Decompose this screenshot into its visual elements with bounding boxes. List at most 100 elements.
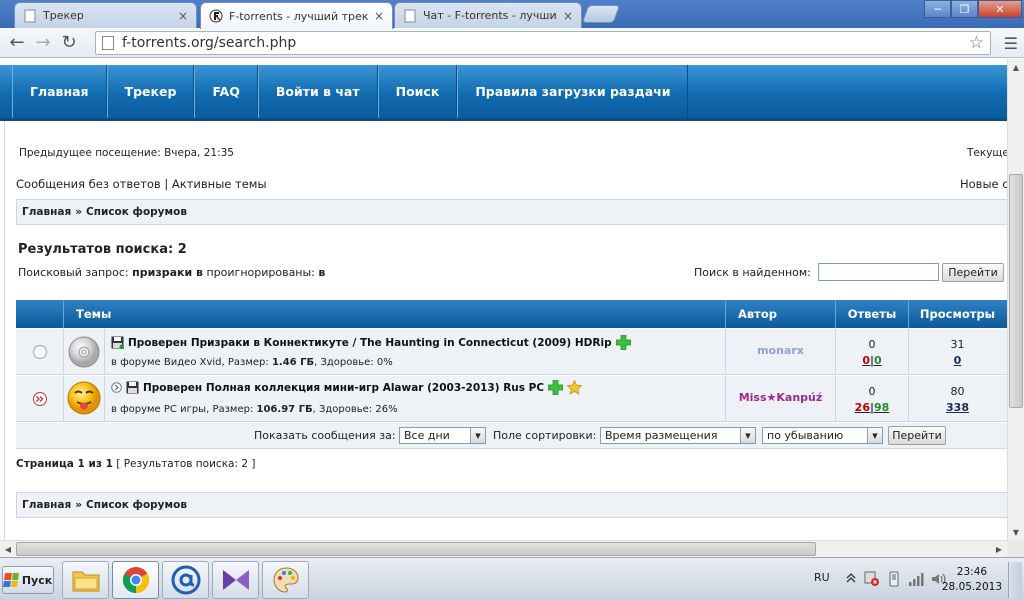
query-label: Поисковый запрос: bbox=[18, 266, 129, 279]
nav-home[interactable]: Главная bbox=[12, 65, 107, 118]
arrow-circle-icon[interactable] bbox=[111, 382, 122, 393]
tab-tracker[interactable]: Трекер × bbox=[14, 2, 197, 28]
nav-chat[interactable]: Войти в чат bbox=[257, 65, 378, 118]
tab-close-icon[interactable]: × bbox=[563, 9, 573, 23]
scroll-thumb[interactable] bbox=[1009, 174, 1023, 408]
language-indicator[interactable]: RU bbox=[814, 571, 830, 584]
f-torrents-favicon-icon bbox=[209, 9, 223, 23]
scroll-thumb[interactable] bbox=[16, 542, 816, 556]
views-bottom: 0 bbox=[953, 354, 962, 367]
topic-link[interactable]: Призраки в Коннектикуте / The Haunting i… bbox=[191, 337, 612, 349]
chevron-down-icon: ▼ bbox=[470, 428, 485, 443]
minimize-button[interactable]: ─ bbox=[924, 0, 951, 18]
unanswered-link[interactable]: Сообщения без ответов bbox=[16, 177, 161, 191]
search-in-found-input[interactable] bbox=[818, 263, 939, 281]
tab-close-icon[interactable]: × bbox=[374, 9, 384, 23]
size-value: 106.97 ГБ bbox=[256, 404, 313, 415]
breadcrumb-forums[interactable]: Список форумов bbox=[86, 499, 187, 511]
vertical-scrollbar[interactable]: ▲ ▼ bbox=[1007, 59, 1024, 540]
author-link[interactable]: Miss★Kanpúź bbox=[726, 391, 835, 404]
taskbar-visual-studio[interactable] bbox=[212, 561, 259, 599]
seed-leech: 26|98 bbox=[836, 401, 908, 414]
action-center-icon[interactable] bbox=[864, 571, 880, 587]
show-desktop-button[interactable] bbox=[1008, 562, 1022, 598]
nav-search[interactable]: Поиск bbox=[377, 65, 458, 118]
menu-icon[interactable]: ☰ bbox=[1004, 34, 1018, 53]
floppy-disk-icon bbox=[111, 336, 124, 349]
browser-tab-strip: Трекер × F-torrents - лучший трекер × Ча… bbox=[0, 0, 1024, 29]
sort-order-select[interactable]: по убыванию ▼ bbox=[762, 427, 883, 444]
topic-link[interactable]: Полная коллекция мини-игр Alawar (2003-2… bbox=[206, 382, 544, 394]
start-button[interactable]: Пуск bbox=[2, 566, 54, 594]
tab-chat[interactable]: Чат - F-torrents - лучший тр × bbox=[394, 2, 582, 28]
taskbar-mail-agent[interactable] bbox=[162, 561, 209, 599]
plus-icon[interactable] bbox=[615, 335, 631, 350]
topic-status: Проверен bbox=[128, 336, 188, 349]
horizontal-scrollbar[interactable]: ◀ ▶ bbox=[0, 540, 1007, 557]
topic-status: Проверен bbox=[143, 381, 203, 394]
row-topic-cell: Проверен Полная коллекция мини-игр Alawa… bbox=[104, 376, 725, 422]
scroll-left-icon[interactable]: ◀ bbox=[0, 541, 16, 557]
network-signal-icon[interactable] bbox=[908, 571, 924, 587]
scroll-right-icon[interactable]: ▶ bbox=[991, 541, 1007, 557]
taskbar-paint[interactable] bbox=[262, 561, 309, 599]
taskbar-chrome[interactable] bbox=[112, 561, 159, 599]
show-posts-select[interactable]: Все дни ▼ bbox=[399, 427, 486, 444]
breadcrumb-home[interactable]: Главная bbox=[22, 499, 71, 511]
topic-title-line: Проверен Полная коллекция мини-игр Alawa… bbox=[111, 380, 583, 395]
sort-field-select[interactable]: Время размещения ▼ bbox=[600, 427, 756, 444]
page-icon bbox=[23, 9, 37, 23]
breadcrumb: Главная » Список форумов bbox=[16, 199, 1007, 225]
breadcrumb-sep: » bbox=[75, 499, 82, 511]
topic-meta: в форуме PC игры, Размер: 106.97 ГБ, Здо… bbox=[111, 404, 398, 415]
header-views[interactable]: Просмотры bbox=[908, 300, 1006, 328]
star-icon bbox=[567, 380, 583, 395]
quick-links: Сообщения без ответов | Активные темы bbox=[16, 177, 267, 191]
table-row: Проверен Призраки в Коннектикуте / The H… bbox=[16, 329, 1007, 375]
header-topics[interactable]: Темы bbox=[63, 300, 725, 328]
start-label: Пуск bbox=[21, 573, 53, 587]
active-topics-link[interactable]: Активные темы bbox=[172, 177, 267, 191]
seed-leech: 0|0 bbox=[836, 354, 908, 367]
device-icon[interactable] bbox=[886, 571, 902, 587]
tray-expand-icon[interactable] bbox=[846, 572, 856, 584]
taskbar-explorer[interactable] bbox=[62, 561, 109, 599]
search-in-found-go-button[interactable]: Перейти bbox=[942, 263, 1004, 282]
back-arrow-icon[interactable]: ← bbox=[4, 31, 30, 55]
header-replies[interactable]: Ответы bbox=[835, 300, 908, 328]
bookmark-star-icon[interactable]: ☆ bbox=[969, 33, 984, 53]
clock[interactable]: 23:46 28.05.2013 bbox=[942, 565, 1002, 595]
tab-f-torrents[interactable]: F-torrents - лучший трекер × bbox=[200, 2, 393, 29]
maximize-button[interactable]: ❐ bbox=[951, 0, 978, 18]
breadcrumb-home[interactable]: Главная bbox=[22, 206, 71, 218]
row-image-cell bbox=[63, 329, 104, 375]
forward-arrow-icon[interactable]: → bbox=[30, 31, 56, 55]
goto-new-post-icon[interactable] bbox=[32, 391, 48, 407]
new-tab-button[interactable] bbox=[581, 5, 621, 23]
scroll-up-icon[interactable]: ▲ bbox=[1008, 59, 1024, 75]
reload-icon[interactable]: ↻ bbox=[56, 31, 82, 55]
close-window-button[interactable]: ✕ bbox=[978, 0, 1022, 18]
header-author[interactable]: Автор bbox=[725, 300, 835, 328]
author-link[interactable]: monarx bbox=[726, 344, 835, 357]
tab-close-icon[interactable]: × bbox=[178, 9, 188, 23]
plus-icon[interactable] bbox=[548, 380, 564, 395]
ignored-value: в bbox=[318, 266, 326, 279]
scroll-down-icon[interactable]: ▼ bbox=[1008, 524, 1024, 540]
breadcrumb-forums[interactable]: Список форумов bbox=[86, 206, 187, 218]
nav-faq[interactable]: FAQ bbox=[194, 65, 258, 118]
filter-go-button[interactable]: Перейти bbox=[888, 426, 946, 445]
page-viewport: Главная Трекер FAQ Войти в чат Поиск Пра… bbox=[0, 59, 1007, 540]
table-row: Проверен Полная коллекция мини-игр Alawa… bbox=[16, 376, 1007, 422]
row-replies-cell: 0 0|0 bbox=[835, 329, 908, 375]
site-nav-bar: Главная Трекер FAQ Войти в чат Поиск Пра… bbox=[0, 65, 1007, 121]
nav-tracker[interactable]: Трекер bbox=[106, 65, 195, 118]
smiley-tongue-icon bbox=[67, 381, 101, 415]
address-bar[interactable]: f-torrents.org/search.php ☆ bbox=[95, 31, 991, 55]
forum-link[interactable]: PC игры bbox=[164, 404, 206, 415]
query-value: призраки в bbox=[132, 266, 203, 279]
nav-upload-rules[interactable]: Правила загрузки раздачи bbox=[457, 65, 689, 118]
search-in-found-label: Поиск в найденном: bbox=[694, 266, 811, 279]
new-posts-link[interactable]: Новые с bbox=[960, 177, 1007, 191]
forum-link[interactable]: Видео Xvid bbox=[164, 357, 222, 368]
